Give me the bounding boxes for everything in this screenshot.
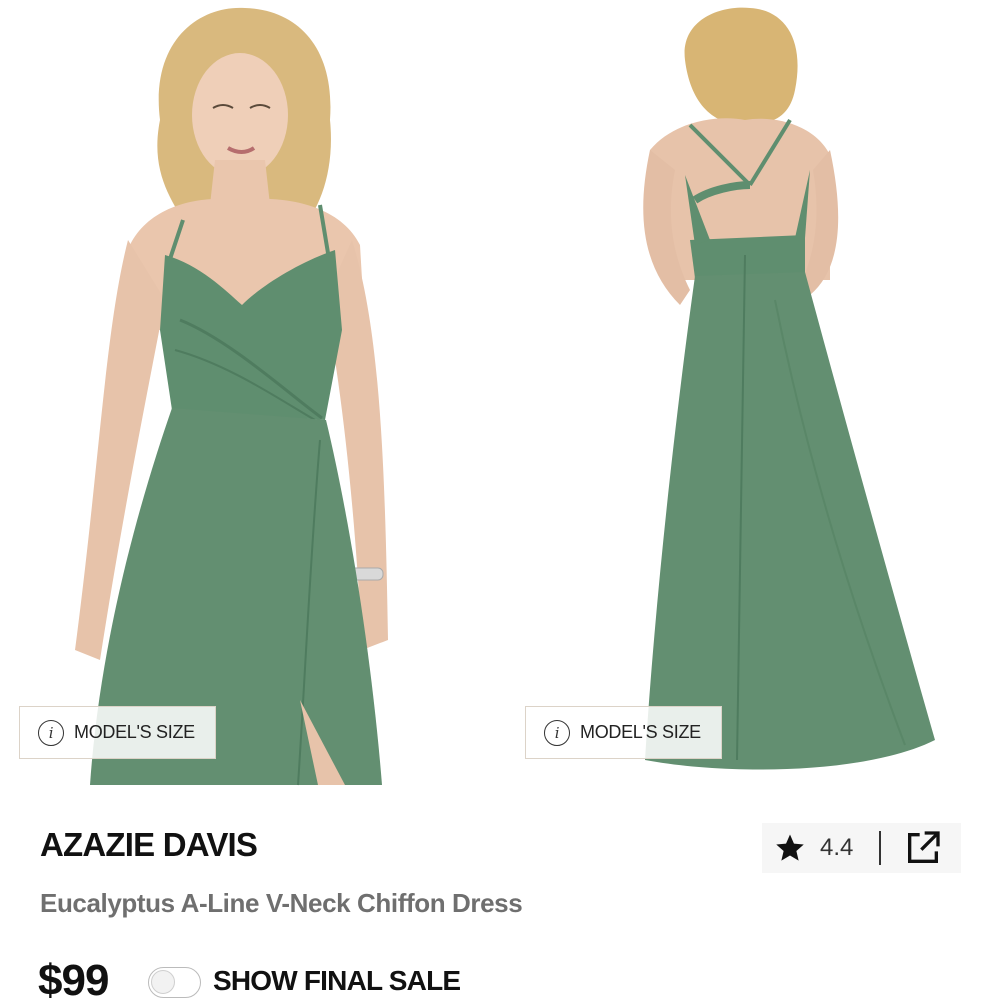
external-link-icon[interactable] bbox=[903, 828, 943, 868]
product-image-back[interactable]: i MODEL'S SIZE bbox=[505, 0, 1000, 800]
front-model-illustration bbox=[0, 0, 505, 800]
models-size-button-back[interactable]: i MODEL'S SIZE bbox=[525, 706, 722, 759]
toggle-knob bbox=[151, 970, 175, 994]
star-icon bbox=[776, 834, 804, 861]
product-image-front[interactable]: i MODEL'S SIZE bbox=[0, 0, 505, 800]
product-name: Eucalyptus A-Line V-Neck Chiffon Dress bbox=[40, 888, 523, 918]
models-size-label: MODEL'S SIZE bbox=[580, 722, 701, 742]
final-sale-label[interactable]: SHOW FINAL SALE bbox=[213, 965, 461, 997]
brand-name[interactable]: AZAZIE DAVIS bbox=[40, 826, 258, 864]
info-icon: i bbox=[544, 719, 570, 746]
models-size-label: MODEL'S SIZE bbox=[74, 722, 195, 742]
models-size-button-front[interactable]: i MODEL'S SIZE bbox=[19, 706, 216, 759]
info-icon: i bbox=[38, 719, 64, 746]
final-sale-toggle[interactable] bbox=[148, 967, 201, 998]
divider bbox=[879, 831, 882, 865]
rating-value[interactable]: 4.4 bbox=[820, 834, 853, 862]
rating-share-bar: 4.4 bbox=[762, 823, 961, 873]
product-gallery: i MODEL'S SIZE i MODEL'S SIZE bbox=[0, 0, 1000, 800]
back-model-illustration bbox=[505, 0, 1000, 800]
product-price: $99 bbox=[38, 956, 109, 1000]
